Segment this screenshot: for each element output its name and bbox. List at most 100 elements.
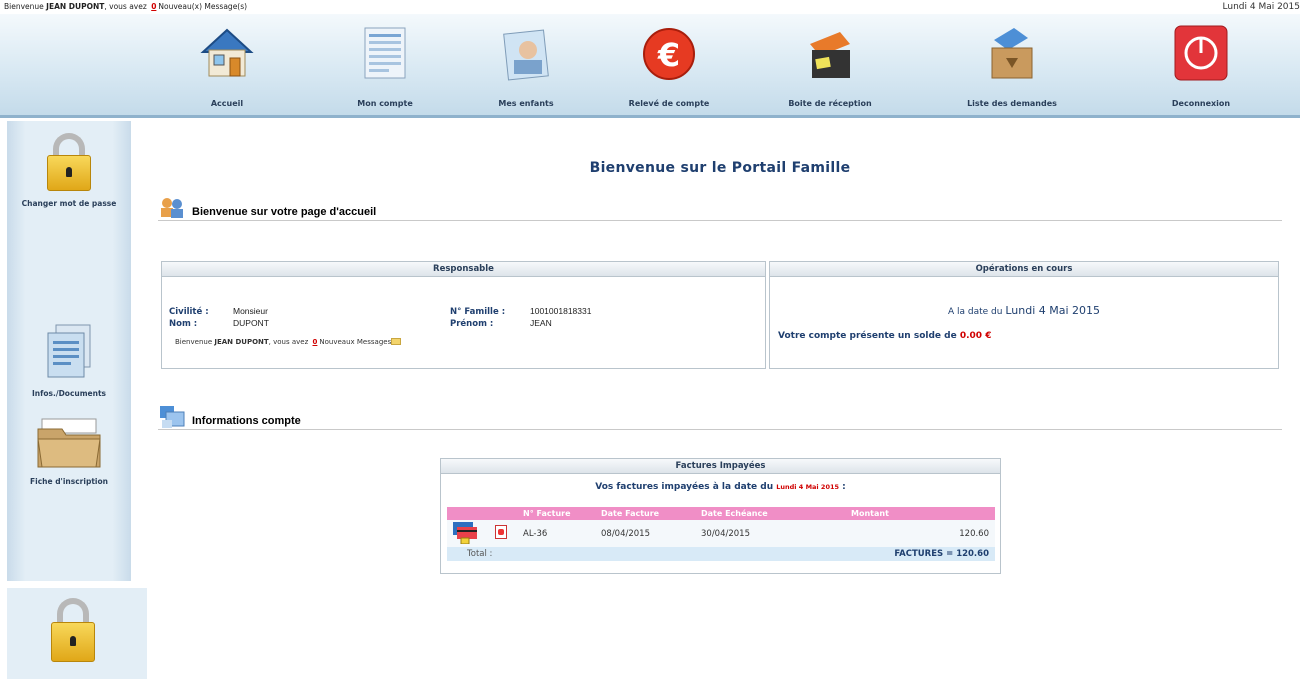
sidebar-change-password-label: Changer mot de passe: [21, 199, 117, 208]
nom-label: Nom :: [169, 319, 198, 329]
nav-releve-compte[interactable]: € Relevé de compte: [614, 22, 724, 108]
top-greeting-bar: Bienvenue JEAN DUPONT, vous avez 0 Nouvea…: [0, 0, 1300, 14]
operations-date-value: Lundi 4 Mai 2015: [1005, 304, 1101, 317]
header-date: Lundi 4 Mai 2015: [1222, 2, 1300, 12]
civilite-value: Monsieur: [233, 306, 268, 316]
operations-date-prefix: A la date du: [947, 307, 1003, 317]
account-section-title: Informations compte: [192, 415, 301, 427]
invoice-numero: AL-36: [519, 520, 597, 547]
nav-demandes-label: Liste des demandes: [967, 99, 1057, 108]
pdf-icon[interactable]: [495, 525, 507, 539]
invoices-subtitle-date: Lundi 4 Mai 2015: [776, 483, 840, 491]
balance-amount: 0.00 €: [959, 331, 992, 341]
greeting2-name: JEAN DUPONT: [214, 338, 269, 346]
invoices-header-row: N° Facture Date Facture Date Echéance Mo…: [447, 507, 995, 520]
prenom-label: Prénom :: [450, 319, 494, 329]
unpaid-invoices-title: Factures Impayées: [441, 459, 1000, 474]
welcome-section-title: Bienvenue sur votre page d'accueil: [192, 206, 377, 218]
house-icon: [197, 22, 257, 84]
operations-panel-title: Opérations en cours: [770, 262, 1278, 277]
prenom-value: JEAN: [530, 318, 552, 328]
children-photo-icon: [496, 22, 556, 84]
nom-value: DUPONT: [233, 318, 269, 328]
nav-mon-compte-label: Mon compte: [357, 99, 413, 108]
unpaid-invoices-panel: Factures Impayées Vos factures impayées …: [440, 458, 1001, 574]
responsable-panel-title: Responsable: [162, 262, 765, 277]
greeting2-suffix: Nouveaux Messages: [319, 338, 392, 346]
invoice-date: 08/04/2015: [597, 520, 697, 547]
power-icon: [1171, 22, 1231, 84]
nav-accueil[interactable]: Accueil: [172, 22, 282, 108]
nav-mes-enfants-label: Mes enfants: [498, 99, 554, 108]
unpaid-invoices-subtitle: Vos factures impayées à la date du Lundi…: [441, 482, 1000, 492]
operations-date: A la date du Lundi 4 Mai 2015: [770, 304, 1278, 317]
messages-count-link[interactable]: 0: [313, 338, 318, 346]
account-info-icon: [158, 404, 186, 428]
left-sidebar: Changer mot de passe Infos./Documents Fi…: [7, 121, 131, 581]
prenom-row: Prénom : JEAN: [450, 318, 552, 329]
famille-value: 1001001818331: [530, 306, 592, 316]
greeting2-mid: , vous avez: [268, 338, 309, 346]
account-section-header: Informations compte: [158, 404, 1282, 430]
invoices-total-row: Total : FACTURES = 120.60: [447, 547, 995, 561]
requests-box-icon: [982, 22, 1042, 84]
civilite-row: Civilité : Monsieur: [169, 306, 268, 317]
payment-card-icon[interactable]: [451, 522, 479, 547]
nav-releve-label: Relevé de compte: [628, 99, 710, 108]
col-date-echeance: Date Echéance: [697, 507, 847, 520]
invoices-subtitle-suffix: :: [842, 482, 846, 492]
message-count-link[interactable]: 0: [151, 2, 156, 11]
operations-panel: Opérations en cours A la date du Lundi 4…: [769, 261, 1279, 369]
account-document-icon: [355, 22, 415, 84]
nom-row: Nom : DUPONT: [169, 318, 269, 329]
sidebar-infos-documents[interactable]: Infos./Documents: [7, 321, 131, 398]
main-navigation: Accueil Mon compte Mes enfants € Relevé …: [0, 14, 1300, 118]
civilite-label: Civilité :: [169, 307, 209, 317]
envelope-icon[interactable]: [391, 338, 402, 345]
nav-mes-enfants[interactable]: Mes enfants: [471, 22, 581, 108]
user-name: JEAN DUPONT: [46, 2, 105, 11]
nav-mon-compte[interactable]: Mon compte: [330, 22, 440, 108]
total-label: Total :: [447, 547, 519, 561]
responsable-greeting: Bienvenue JEAN DUPONT, vous avez 0 Nouvea…: [175, 338, 402, 346]
greeting2-prefix: Bienvenue: [175, 338, 213, 346]
page-title: Bienvenue sur le Portail Famille: [589, 160, 851, 176]
sidebar-change-password[interactable]: Changer mot de passe: [7, 133, 131, 208]
col-montant: Montant: [847, 507, 995, 520]
lock-icon: [43, 133, 95, 191]
invoices-subtitle-prefix: Vos factures impayées à la date du: [595, 482, 774, 492]
euro-icon: €: [639, 22, 699, 84]
greeting-prefix: Bienvenue: [4, 2, 44, 11]
col-numero: N° Facture: [519, 507, 597, 520]
invoice-montant: 120.60: [847, 520, 995, 547]
greeting-suffix: Nouveau(x) Message(s): [158, 2, 248, 11]
folder-icon: [36, 415, 102, 469]
family-icon: [158, 195, 186, 219]
nav-deconnexion[interactable]: Deconnexion: [1146, 22, 1256, 108]
documents-icon: [42, 321, 96, 381]
nav-boite-label: Boite de réception: [788, 99, 872, 108]
nav-deconnexion-label: Deconnexion: [1171, 99, 1231, 108]
nav-accueil-label: Accueil: [210, 99, 244, 108]
nav-boite-reception[interactable]: Boite de réception: [775, 22, 885, 108]
famille-row: N° Famille : 1001001818331: [450, 306, 591, 317]
sidebar-fiche-inscription[interactable]: Fiche d'inscription: [7, 415, 131, 486]
famille-label: N° Famille :: [450, 307, 506, 317]
bottom-lock-tile[interactable]: [7, 588, 147, 679]
invoices-table: N° Facture Date Facture Date Echéance Mo…: [447, 507, 995, 561]
lock-icon: [47, 598, 99, 662]
operations-balance: Votre compte présente un solde de 0.00 €: [778, 331, 991, 341]
inbox-icon: [800, 22, 860, 84]
table-row: AL-36 08/04/2015 30/04/2015 120.60: [447, 520, 995, 547]
invoice-echeance: 30/04/2015: [697, 520, 847, 547]
sidebar-fiche-label: Fiche d'inscription: [30, 477, 108, 486]
welcome-section-header: Bienvenue sur votre page d'accueil: [158, 195, 1282, 221]
nav-liste-demandes[interactable]: Liste des demandes: [957, 22, 1067, 108]
responsable-panel: Responsable Civilité : Monsieur Nom : DUPO…: [161, 261, 766, 369]
sidebar-infos-label: Infos./Documents: [31, 389, 107, 398]
total-value: FACTURES = 120.60: [847, 547, 995, 561]
col-date-facture: Date Facture: [597, 507, 697, 520]
svg-text:€: €: [657, 36, 680, 74]
balance-prefix: Votre compte présente un solde de: [778, 331, 957, 341]
greeting-mid: , vous avez: [104, 2, 147, 11]
